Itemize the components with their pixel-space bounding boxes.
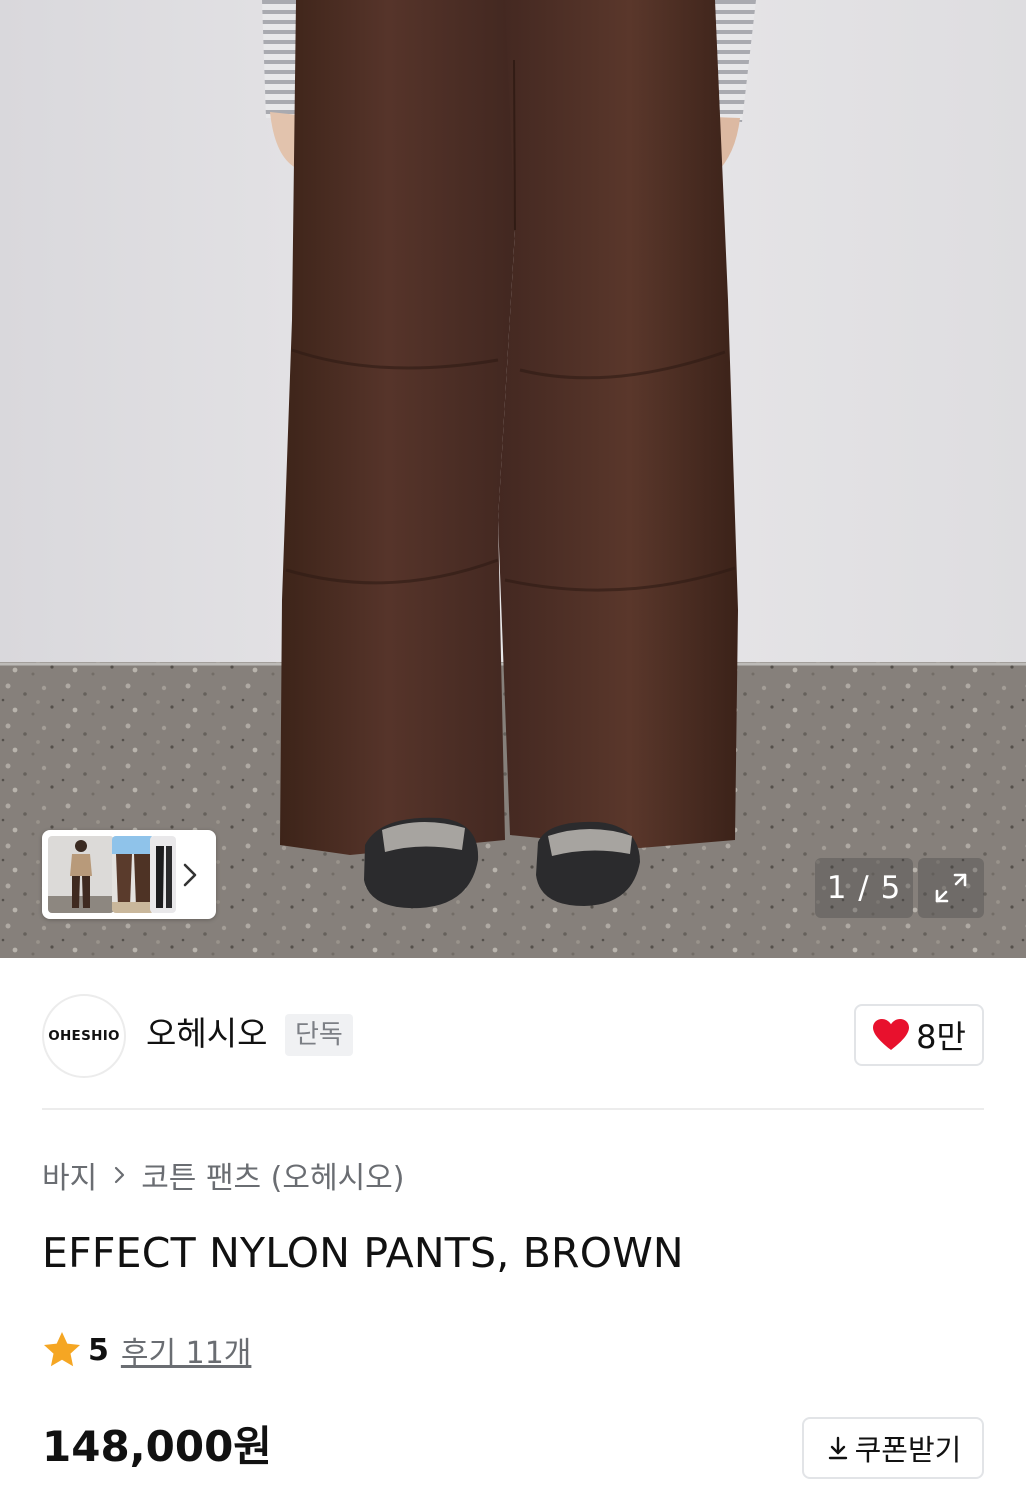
star-icon xyxy=(44,1332,80,1367)
product-price: 148,000원 xyxy=(42,1422,272,1471)
thumbnail-3[interactable] xyxy=(150,836,176,913)
expand-button[interactable] xyxy=(918,858,984,918)
exclusive-badge: 단독 xyxy=(285,1014,353,1056)
download-icon xyxy=(828,1436,847,1460)
like-count: 8만 xyxy=(916,1018,966,1056)
product-title: EFFECT NYLON PANTS, BROWN xyxy=(42,1229,684,1277)
thumbnail-1[interactable] xyxy=(48,836,114,913)
divider xyxy=(42,1108,984,1110)
brand-logo[interactable]: OHESHIO xyxy=(42,994,126,1078)
rating-summary: 5 후기 11개 xyxy=(42,1328,251,1372)
expand-icon xyxy=(935,873,967,903)
product-image-gallery[interactable]: 1 / 5 xyxy=(0,0,1026,958)
product-photo xyxy=(0,0,1026,958)
thumbnail-strip[interactable] xyxy=(42,830,216,919)
heart-icon xyxy=(873,1019,910,1050)
brand-logo-text: OHESHIO xyxy=(48,1028,120,1044)
brand-like-button[interactable]: 8만 xyxy=(854,1004,984,1066)
breadcrumb-category[interactable]: 바지 xyxy=(42,1153,97,1197)
coupon-label: 쿠폰받기 xyxy=(854,1433,962,1467)
breadcrumb-subcategory[interactable]: 코튼 팬츠 (오헤시오) xyxy=(141,1153,404,1197)
rating-score: 5 xyxy=(88,1332,109,1368)
chevron-right-icon[interactable] xyxy=(178,860,202,890)
breadcrumb: 바지 코튼 팬츠 (오헤시오) xyxy=(42,1152,404,1198)
chevron-right-icon xyxy=(115,1166,125,1184)
coupon-download-button[interactable]: 쿠폰받기 xyxy=(802,1417,984,1479)
reviews-link[interactable]: 후기 11개 xyxy=(121,1328,252,1372)
brand-name[interactable]: 오헤시오 xyxy=(146,1012,267,1056)
thumbnail-2[interactable] xyxy=(112,836,154,913)
image-counter: 1 / 5 xyxy=(815,858,913,918)
